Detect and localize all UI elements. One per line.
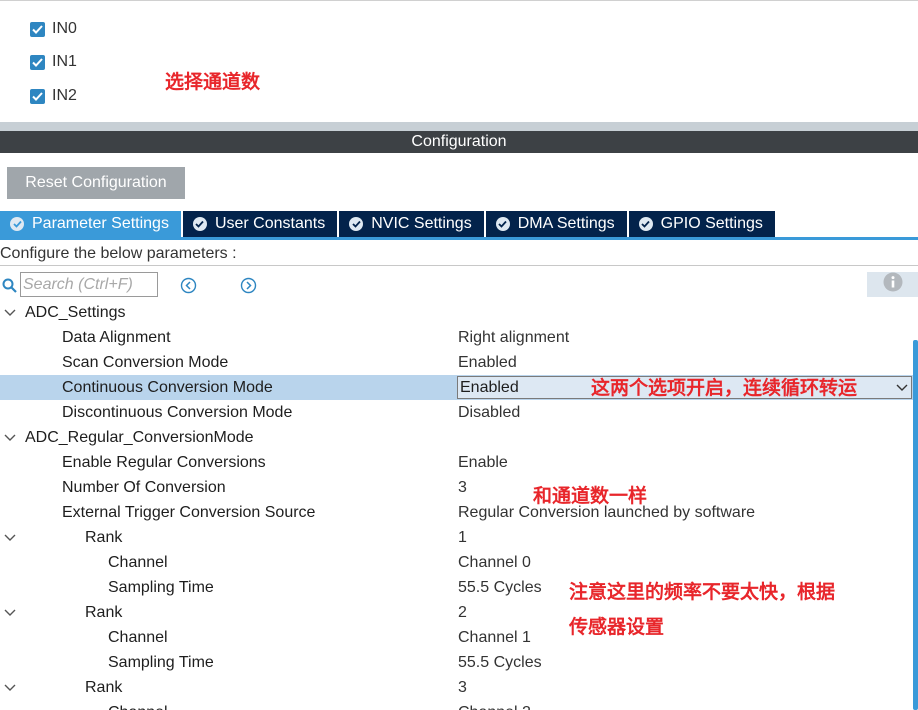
rank-value[interactable]: 1 xyxy=(458,525,467,550)
tab-underline xyxy=(0,237,918,240)
channel-label: IN0 xyxy=(52,20,77,37)
annotation-select-channels: 选择通道数 xyxy=(165,71,261,93)
rank-channel-row[interactable]: Channel Channel 0 xyxy=(0,550,913,575)
tab-label: Parameter Settings xyxy=(32,215,169,232)
param-value[interactable]: 55.5 Cycles xyxy=(458,650,542,675)
param-row-data-alignment[interactable]: Data Alignment Right alignment xyxy=(0,325,913,350)
param-name: Channel xyxy=(108,629,168,646)
param-name: Sampling Time xyxy=(108,654,214,671)
group-label: ADC_Settings xyxy=(25,304,126,321)
param-name: Channel xyxy=(108,700,168,710)
tab-dma-settings[interactable]: DMA Settings xyxy=(485,211,627,237)
rank-sampling-row[interactable]: Sampling Time 55.5 Cycles xyxy=(0,650,913,675)
check-circle-icon xyxy=(638,217,653,231)
chevron-down-icon[interactable] xyxy=(895,377,909,398)
param-name: Data Alignment xyxy=(62,329,171,346)
check-circle-icon xyxy=(192,217,207,231)
chevron-down-icon[interactable] xyxy=(4,434,16,442)
channel-in0[interactable]: IN0 xyxy=(30,19,77,39)
annotation-sampling-line2: 传感器设置 xyxy=(569,616,665,638)
param-value[interactable]: Channel 1 xyxy=(458,625,531,650)
param-name: Enable Regular Conversions xyxy=(62,454,266,471)
group-label: ADC_Regular_ConversionMode xyxy=(25,429,254,446)
param-value[interactable]: Channel 0 xyxy=(458,550,531,575)
param-name: Sampling Time xyxy=(108,579,214,596)
checkbox-checked-icon[interactable] xyxy=(30,21,45,37)
param-value[interactable]: Disabled xyxy=(458,400,520,425)
param-name: Scan Conversion Mode xyxy=(62,354,229,371)
channel-label: IN2 xyxy=(52,87,77,104)
channel-in1[interactable]: IN1 xyxy=(30,52,77,72)
channel-in2[interactable]: IN2 xyxy=(30,86,77,106)
tab-label: DMA Settings xyxy=(517,215,615,232)
param-row-external-trigger-source[interactable]: External Trigger Conversion Source Regul… xyxy=(0,500,913,525)
check-circle-icon xyxy=(349,217,364,231)
rank-label: Rank xyxy=(85,529,123,546)
chevron-down-icon[interactable] xyxy=(4,534,16,542)
chevron-left-circle-icon[interactable] xyxy=(180,277,197,299)
vertical-scrollbar[interactable] xyxy=(913,340,918,710)
tab-nvic-settings[interactable]: NVIC Settings xyxy=(339,211,484,237)
tab-bar: Parameter Settings User Constants NVIC S… xyxy=(0,211,777,237)
param-value[interactable]: Enable xyxy=(458,450,508,475)
param-name: External Trigger Conversion Source xyxy=(62,504,316,521)
rank-label: Rank xyxy=(85,679,123,696)
param-name: Number Of Conversion xyxy=(62,479,226,496)
rank-value[interactable]: 3 xyxy=(458,675,467,700)
check-circle-icon xyxy=(495,217,510,231)
info-button[interactable] xyxy=(867,272,918,297)
param-value[interactable]: 3 xyxy=(458,475,467,500)
param-row-scan-conversion-mode[interactable]: Scan Conversion Mode Enabled xyxy=(0,350,913,375)
select-value: Enabled xyxy=(460,379,519,396)
checkbox-checked-icon[interactable] xyxy=(30,88,45,104)
check-circle-icon xyxy=(10,217,24,231)
chevron-right-circle-icon[interactable] xyxy=(240,277,257,299)
channel-panel: IN0 IN1 IN2 xyxy=(0,0,918,122)
tab-label: User Constants xyxy=(214,215,326,232)
param-value[interactable]: Channel 2 xyxy=(458,700,531,710)
annotation-same-as-channels: 和通道数一样 xyxy=(533,485,648,507)
configuration-header: Configuration xyxy=(0,131,918,153)
chevron-down-icon[interactable] xyxy=(4,684,16,692)
chevron-down-icon[interactable] xyxy=(4,609,16,617)
param-row-discontinuous-conversion-mode[interactable]: Discontinuous Conversion Mode Disabled xyxy=(0,400,913,425)
panel-separator[interactable] xyxy=(0,122,918,131)
param-name: Discontinuous Conversion Mode xyxy=(62,404,293,421)
annotation-sampling-line1: 注意这里的频率不要太快，根据 xyxy=(569,581,836,603)
tab-label: NVIC Settings xyxy=(371,215,472,232)
channel-label: IN1 xyxy=(52,53,77,70)
param-name: Channel xyxy=(108,554,168,571)
chevron-down-icon[interactable] xyxy=(4,309,16,317)
rank-row[interactable]: Rank 3 xyxy=(0,675,913,700)
search-input[interactable] xyxy=(20,272,158,297)
checkbox-checked-icon[interactable] xyxy=(30,54,45,70)
tab-user-constants[interactable]: User Constants xyxy=(182,211,338,237)
rank-channel-row[interactable]: Channel Channel 1 xyxy=(0,625,913,650)
info-icon xyxy=(883,272,903,297)
param-value[interactable]: Right alignment xyxy=(458,325,569,350)
rank-label: Rank xyxy=(85,604,123,621)
group-adc-regular-conversion-mode[interactable]: ADC_Regular_ConversionMode xyxy=(0,425,913,450)
reset-configuration-button[interactable]: Reset Configuration xyxy=(7,167,185,199)
tab-gpio-settings[interactable]: GPIO Settings xyxy=(628,211,775,237)
rank-row[interactable]: Rank 1 xyxy=(0,525,913,550)
configure-instructions: Configure the below parameters : xyxy=(0,245,237,262)
rank-channel-row[interactable]: Channel Channel 2 xyxy=(0,700,913,710)
param-value[interactable]: 55.5 Cycles xyxy=(458,575,542,600)
tab-label: GPIO Settings xyxy=(660,215,763,232)
tab-parameter-settings[interactable]: Parameter Settings xyxy=(0,211,181,237)
divider xyxy=(0,265,918,266)
annotation-continuous: 这两个选项开启，连续循环转运 xyxy=(591,377,858,399)
rank-value[interactable]: 2 xyxy=(458,600,467,625)
search-icon[interactable] xyxy=(2,278,18,299)
group-adc-settings[interactable]: ADC_Settings xyxy=(0,300,913,325)
parameter-tree: ADC_Settings Data Alignment Right alignm… xyxy=(0,300,913,710)
param-row-enable-regular-conversions[interactable]: Enable Regular Conversions Enable xyxy=(0,450,913,475)
param-name: Continuous Conversion Mode xyxy=(62,379,273,396)
param-row-number-of-conversion[interactable]: Number Of Conversion 3 xyxy=(0,475,913,500)
param-value[interactable]: Enabled xyxy=(458,350,517,375)
